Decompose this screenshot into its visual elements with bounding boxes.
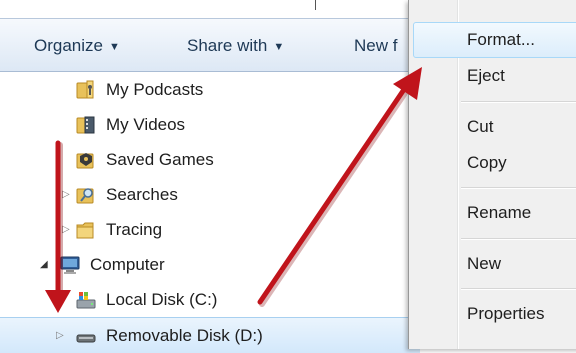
menu-item-rename[interactable]: Rename [467,198,531,228]
menu-item-properties[interactable]: Properties [467,299,544,329]
collapse-triangle-icon[interactable]: ◢ [40,247,48,282]
tree-item-label: Tracing [106,220,163,239]
tree-item-my-videos[interactable]: My Videos [0,107,420,142]
podcast-folder-icon [76,80,94,99]
tree-item-my-podcasts[interactable]: My Podcasts [0,72,420,107]
context-menu: Format... Eject Cut Copy Rename New Prop… [408,0,576,349]
tree-item-label: My Podcasts [106,80,204,99]
organize-button[interactable]: Organize ▼ [34,35,120,57]
tree-item-label: Saved Games [106,150,214,169]
menu-separator [461,238,576,240]
tree-item-tracing[interactable]: ▷ Tracing [0,212,420,247]
folder-icon [76,222,94,239]
tree-item-local-disk-c[interactable]: Local Disk (C:) [0,282,420,317]
menu-item-format[interactable]: Format... [467,25,535,55]
expand-triangle-icon[interactable]: ▷ [62,212,70,247]
tree-item-saved-games[interactable]: Saved Games [0,142,420,177]
expand-triangle-icon[interactable]: ▷ [56,318,64,353]
tree-item-removable-disk-d[interactable]: ▷ Removable Disk (D:) [0,317,420,353]
video-folder-icon [76,116,95,134]
share-with-button[interactable]: Share with ▼ [187,35,284,57]
menu-item-copy[interactable]: Copy [467,148,507,178]
saved-games-icon [76,153,94,169]
tree-item-label: Searches [106,185,178,204]
removable-disk-icon [76,334,96,343]
tree-item-label: Removable Disk (D:) [106,326,263,345]
computer-icon [60,256,80,274]
menu-separator [461,288,576,290]
tree-item-label: My Videos [106,115,186,134]
menu-item-eject[interactable]: Eject [467,61,505,91]
searches-folder-icon [76,188,94,204]
menu-separator [461,187,576,189]
expand-triangle-icon[interactable]: ▷ [62,177,70,212]
new-folder-label: New f [354,36,398,55]
menu-item-new[interactable]: New [467,249,501,279]
tree-item-label: Computer [90,255,165,274]
share-with-label: Share with [187,36,268,55]
chevron-down-icon: ▼ [108,41,120,53]
local-disk-icon [76,292,96,309]
tree-item-searches[interactable]: ▷ Searches [0,177,420,212]
chevron-down-icon: ▼ [273,41,285,53]
divider-tick [315,0,316,10]
organize-label: Organize [34,36,103,55]
menu-item-cut[interactable]: Cut [467,112,493,142]
menu-separator [461,101,576,103]
new-folder-button[interactable]: New f [354,35,397,57]
tree-item-label: Local Disk (C:) [106,290,218,309]
tree-item-computer[interactable]: ◢ Computer [0,247,420,282]
navigation-tree: My Podcasts My Videos Saved Games ▷ Sear… [0,72,420,353]
